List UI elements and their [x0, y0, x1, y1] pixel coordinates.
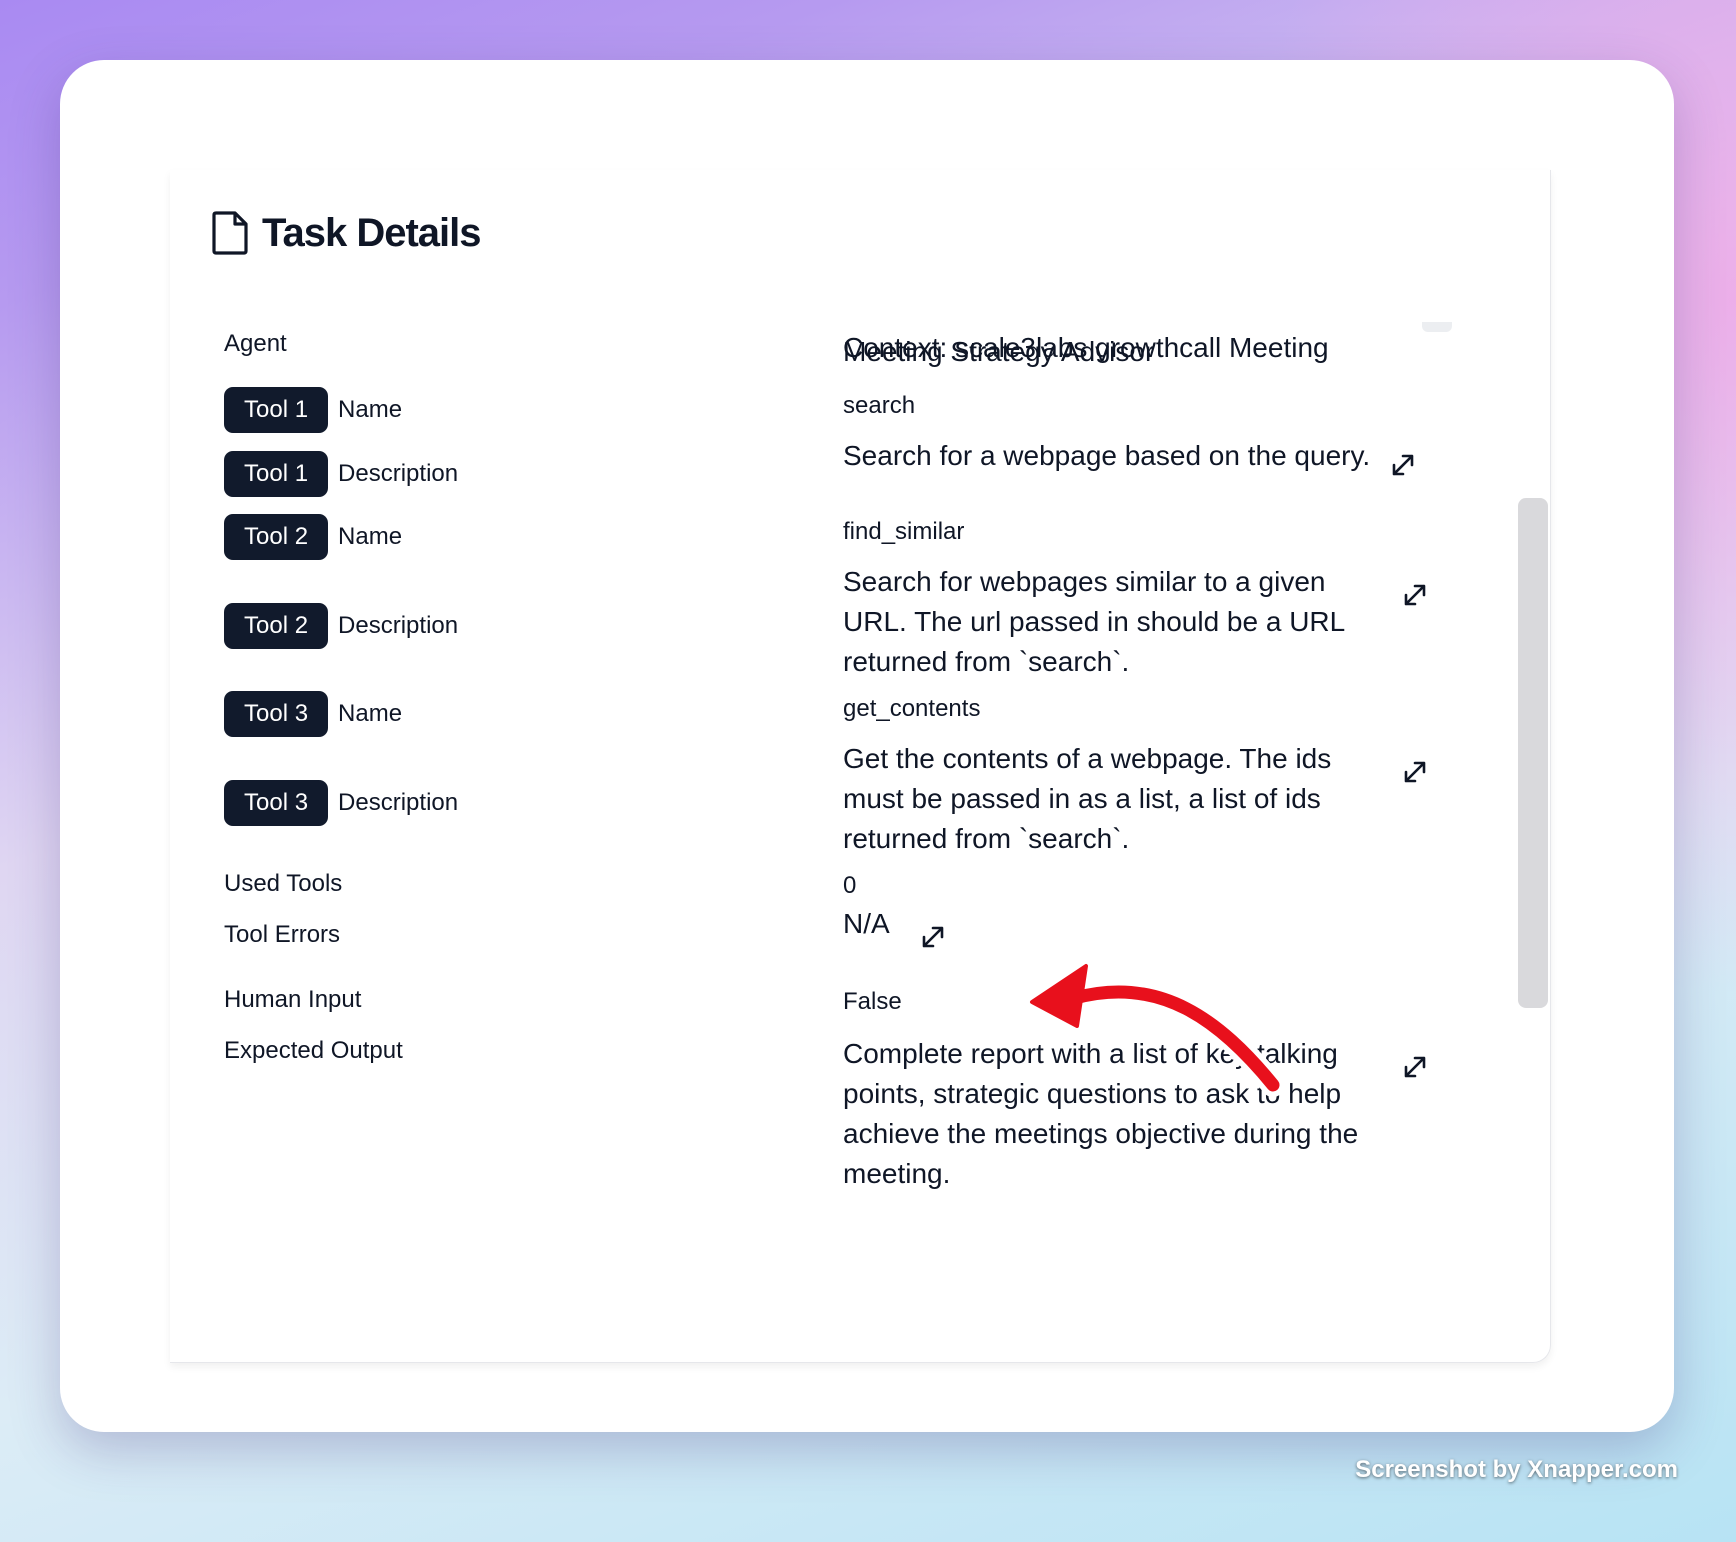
expand-icon: [1404, 761, 1426, 783]
expand-tool1-description-button[interactable]: [1388, 450, 1418, 480]
label-tool1-name: Tool 1 Name: [224, 387, 402, 433]
value-tool2-description: Search for webpages similar to a given U…: [843, 566, 1345, 677]
row-label: Agent: [224, 330, 287, 357]
scrollbar-thumb[interactable]: [1518, 498, 1548, 1008]
label-agent: Agent: [224, 330, 287, 358]
value-used-tools: 0: [843, 872, 857, 899]
expand-tool-errors-button[interactable]: [918, 922, 948, 952]
value-tool1-name: search: [843, 392, 916, 419]
row-label: Human Input: [224, 986, 362, 1013]
row-label: Used Tools: [224, 870, 343, 897]
value-human-input: False: [843, 988, 902, 1015]
row-label: Name: [338, 700, 403, 727]
value-tool2-name: find_similar: [843, 518, 965, 545]
label-human-input: Human Input: [224, 986, 361, 1014]
row-label: Tool Errors: [224, 921, 341, 948]
screenshot-card: Task Details Context: scale3labs growthc…: [60, 60, 1674, 1432]
tool-badge: Tool 1: [224, 451, 329, 497]
row-label: Description: [338, 789, 459, 816]
expand-icon: [922, 926, 944, 948]
tool-badge: Tool 3: [224, 691, 329, 737]
value-tool1-description: Search for a webpage based on the query.: [843, 440, 1371, 471]
row-label: Name: [338, 523, 403, 550]
row-label: Expected Output: [224, 1037, 403, 1064]
page-title: Task Details: [262, 210, 481, 255]
value-agent: Meeting Strategy Advisor: [843, 336, 1155, 367]
value-tool-errors: N/A: [843, 908, 890, 939]
row-label: Description: [338, 612, 459, 639]
value-tool3-description: Get the contents of a webpage. The ids m…: [843, 743, 1332, 854]
value-tool3-name: get_contents: [843, 695, 981, 722]
label-expected-output: Expected Output: [224, 1037, 403, 1065]
label-tool3-description: Tool 3 Description: [224, 780, 458, 826]
expand-tool2-description-button[interactable]: [1400, 580, 1430, 610]
expand-tool3-description-button[interactable]: [1400, 757, 1430, 787]
tool-badge: Tool 3: [224, 780, 329, 826]
top-scroll-nub: [1422, 322, 1452, 332]
label-tool3-name: Tool 3 Name: [224, 691, 402, 737]
expand-icon: [1404, 1056, 1426, 1078]
red-arrow-icon: [1024, 956, 1285, 1097]
watermark: Screenshot by Xnapper.com: [1355, 1456, 1678, 1483]
tool-badge: Tool 1: [224, 387, 329, 433]
expand-expected-output-button[interactable]: [1400, 1052, 1430, 1082]
expand-icon: [1404, 584, 1426, 606]
label-tool2-description: Tool 2 Description: [224, 603, 458, 649]
label-used-tools: Used Tools: [224, 870, 342, 898]
document-icon: [212, 211, 248, 255]
row-label: Description: [338, 460, 459, 487]
expand-icon: [1392, 454, 1414, 476]
panel-header: Task Details: [212, 198, 481, 268]
tool-badge: Tool 2: [224, 514, 329, 560]
label-tool1-description: Tool 1 Description: [224, 451, 458, 497]
label-tool-errors: Tool Errors: [224, 921, 340, 949]
tool-badge: Tool 2: [224, 603, 329, 649]
row-label: Name: [338, 396, 403, 423]
label-tool2-name: Tool 2 Name: [224, 514, 402, 560]
